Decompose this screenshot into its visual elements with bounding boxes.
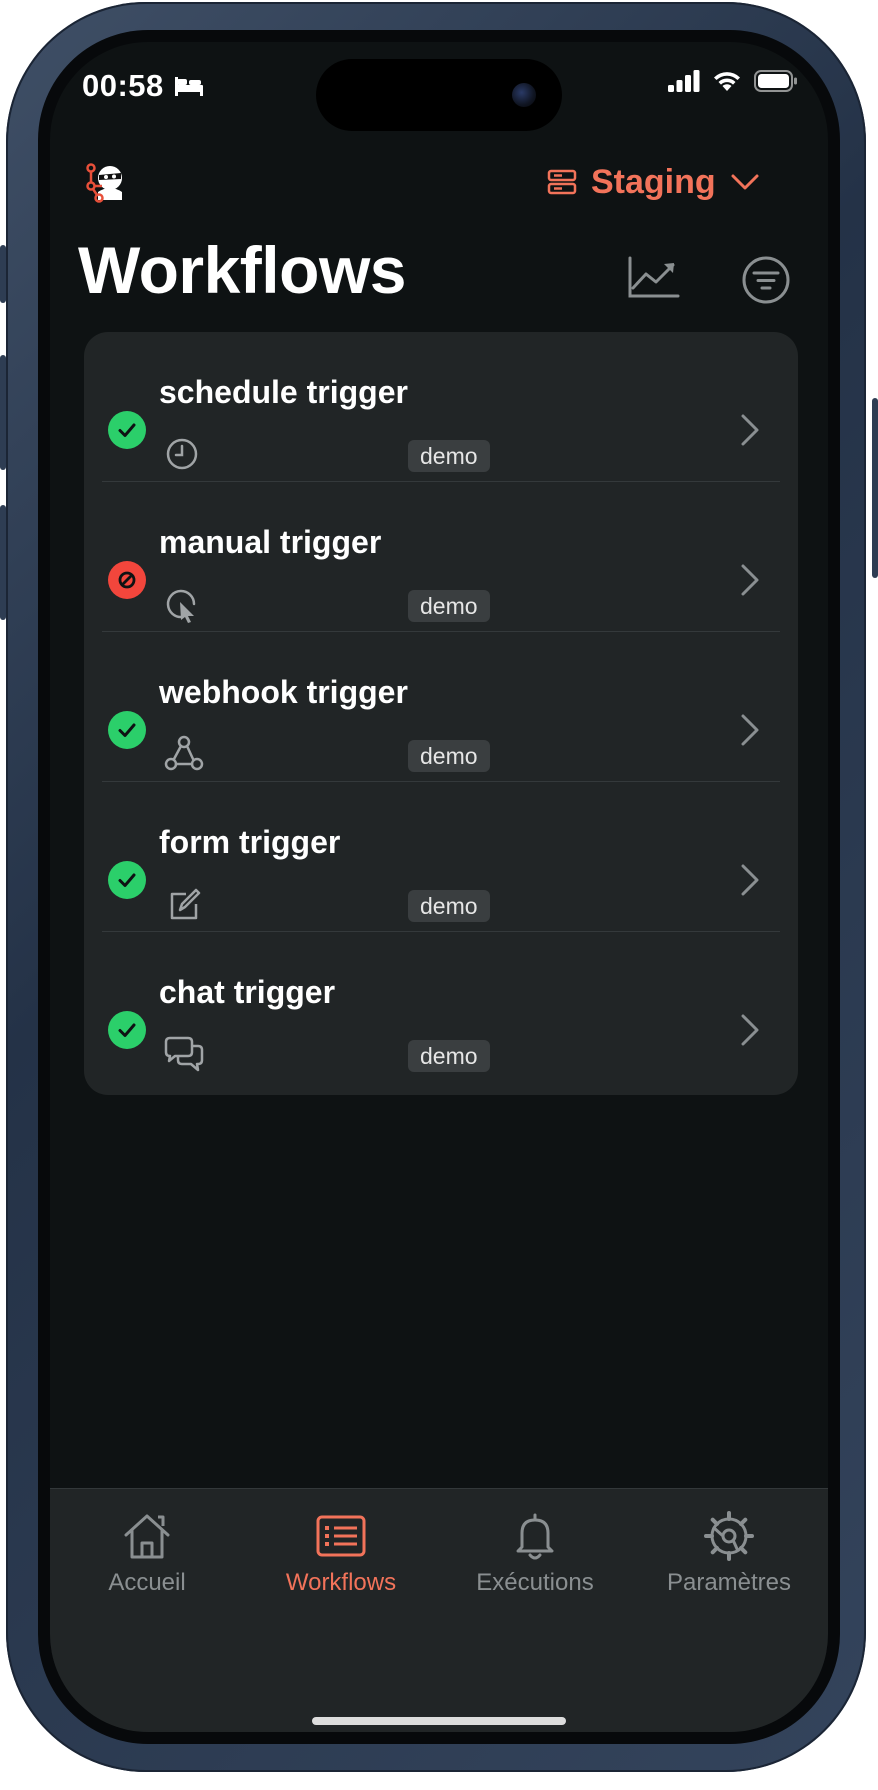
filter-icon[interactable] [740,254,792,306]
workflow-name: webhook trigger [159,674,408,710]
workflow-row[interactable]: webhook trigger demo [84,632,798,782]
environment-label: Staging [591,162,716,201]
status-active-icon [108,1011,146,1049]
chevron-right-icon [741,564,759,596]
workflow-tag[interactable]: demo [408,440,490,472]
tab-home[interactable]: Accueil [50,1489,244,1609]
action-button [0,245,6,303]
workflow-row[interactable]: form trigger demo [84,782,798,932]
signal-icon [668,70,700,92]
volume-up-button [0,355,6,470]
tab-label: Paramètres [666,1569,792,1596]
gear-icon [704,1511,754,1561]
bell-icon [516,1513,554,1560]
status-time-label: 00:58 [82,68,164,103]
status-inactive-icon [108,561,146,599]
app-screen: 00:58 Staging Workflows schedule trigger… [50,42,828,1732]
workflow-row[interactable]: chat trigger demo [84,932,798,1082]
chevron-right-icon [741,1014,759,1046]
workflow-row[interactable]: schedule trigger demo [84,332,798,482]
status-time: 00:58 [82,68,204,104]
status-active-icon [108,411,146,449]
app-logo-icon[interactable] [84,160,128,204]
tab-label: Exécutions [476,1569,594,1596]
camera [512,83,536,107]
home-indicator [312,1717,566,1725]
workflow-row[interactable]: manual trigger demo [84,482,798,632]
tab-executions[interactable]: Exécutions [438,1489,632,1609]
chevron-right-icon [741,714,759,746]
workflow-name: schedule trigger [159,374,408,410]
volume-down-button [0,505,6,620]
cursor-click-icon [166,589,196,623]
status-active-icon [108,861,146,899]
server-icon [547,169,577,195]
workflow-tag[interactable]: demo [408,740,490,772]
workflow-list: schedule trigger demo manual trigger dem… [84,332,798,1095]
edit-form-icon [170,888,201,920]
dynamic-island [316,59,562,131]
tab-label: Accueil [108,1569,186,1596]
wifi-icon [714,72,740,91]
workflow-tag[interactable]: demo [408,1040,490,1072]
chevron-right-icon [741,414,759,446]
side-button [872,398,878,578]
workflow-tag[interactable]: demo [408,590,490,622]
trend-chart-icon[interactable] [624,252,684,304]
tab-label: Workflows [285,1569,397,1596]
list-icon [316,1515,366,1557]
webhook-icon [164,735,204,771]
page-title: Workflows [78,233,406,307]
clock-icon [166,438,198,470]
home-icon [124,1514,170,1559]
status-active-icon [108,711,146,749]
chat-bubbles-icon [164,1036,204,1072]
tab-settings[interactable]: Paramètres [632,1489,826,1609]
battery-icon [754,70,797,92]
workflow-name: form trigger [159,824,341,860]
tab-bar: Accueil Workflows Exécutions Paramètres [50,1488,828,1732]
workflow-name: manual trigger [159,524,382,560]
workflow-name: chat trigger [159,974,336,1010]
tab-workflows[interactable]: Workflows [244,1489,438,1609]
workflow-tag[interactable]: demo [408,890,490,922]
chevron-down-icon [731,174,759,190]
environment-switcher[interactable]: Staging [547,154,760,210]
chevron-right-icon [741,864,759,896]
bed-icon [174,77,203,96]
status-indicators [668,70,798,92]
